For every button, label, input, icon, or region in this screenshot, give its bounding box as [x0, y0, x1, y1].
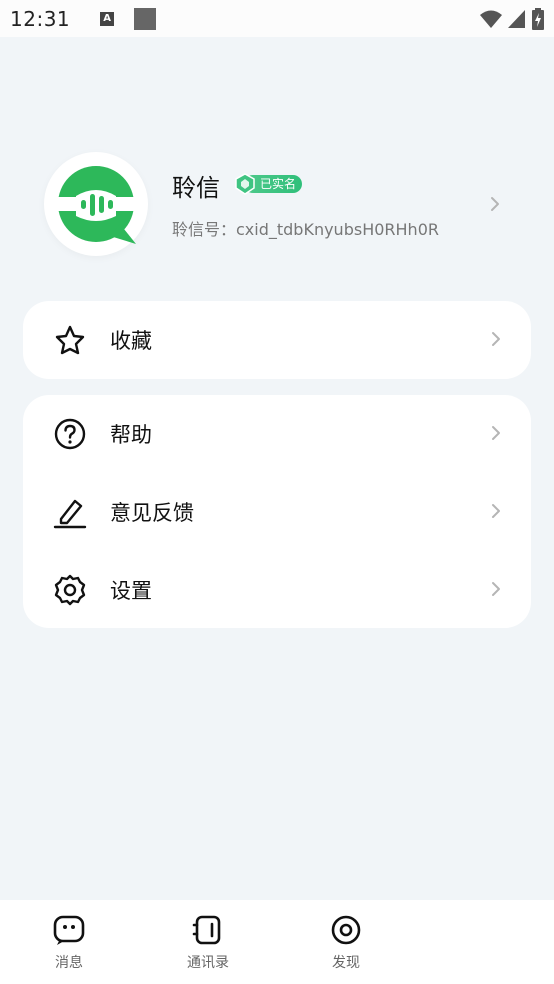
star-icon: [55, 325, 85, 355]
menu-item-help[interactable]: 帮助: [23, 395, 531, 473]
battery-charging-icon: [532, 8, 544, 30]
verified-badge: 已实名: [234, 173, 303, 195]
settings-card: 帮助 意见反馈 设置: [23, 395, 531, 628]
menu-item-settings[interactable]: 设置: [23, 551, 531, 629]
chevron-right-icon: [492, 332, 500, 346]
tab-discover[interactable]: 发现: [306, 914, 386, 972]
menu-item-label: 收藏: [110, 329, 152, 353]
verified-shield-icon: [235, 173, 255, 195]
tab-contacts[interactable]: 通讯录: [168, 914, 248, 972]
edit-icon: [53, 499, 87, 529]
status-time: 12:31: [10, 6, 71, 31]
chevron-right-icon: [491, 197, 499, 211]
chevron-right-icon: [492, 504, 500, 518]
tab-label: 通讯录: [187, 955, 229, 971]
avatar[interactable]: [44, 152, 148, 256]
profile-header[interactable]: 聆信 已实名 聆信号：cxid_tdbKnyubsH0RHh0R: [44, 152, 524, 256]
profile-name: 聆信: [172, 174, 220, 202]
notification-a-icon: A: [100, 11, 115, 26]
wifi-icon: [480, 10, 502, 28]
menu-item-label: 意见反馈: [110, 501, 194, 525]
profile-id: 聆信号：cxid_tdbKnyubsH0RHh0R: [172, 220, 439, 239]
help-icon: [54, 418, 86, 450]
notification-square-icon: [134, 7, 157, 30]
menu-item-feedback[interactable]: 意见反馈: [23, 473, 531, 551]
menu-item-favorites[interactable]: 收藏: [23, 301, 531, 379]
chevron-right-icon: [492, 426, 500, 440]
menu-item-label: 设置: [110, 579, 152, 603]
bottom-nav: 消息 通讯录 发现: [0, 900, 554, 984]
contacts-icon: [192, 915, 221, 945]
status-bar: 12:31 A: [0, 0, 554, 37]
status-icons: [480, 8, 544, 30]
discover-icon: [331, 915, 361, 945]
message-icon: [53, 915, 85, 945]
tab-messages[interactable]: 消息: [29, 914, 109, 972]
gear-icon: [54, 574, 86, 606]
tab-label: 发现: [332, 955, 360, 971]
favorites-card: 收藏: [23, 301, 531, 379]
menu-item-label: 帮助: [110, 423, 152, 447]
app-logo-icon: [58, 166, 136, 244]
tab-label: 消息: [55, 955, 83, 971]
signal-icon: [508, 10, 525, 28]
notification-a-letter: A: [103, 13, 112, 24]
chevron-right-icon: [492, 582, 500, 596]
